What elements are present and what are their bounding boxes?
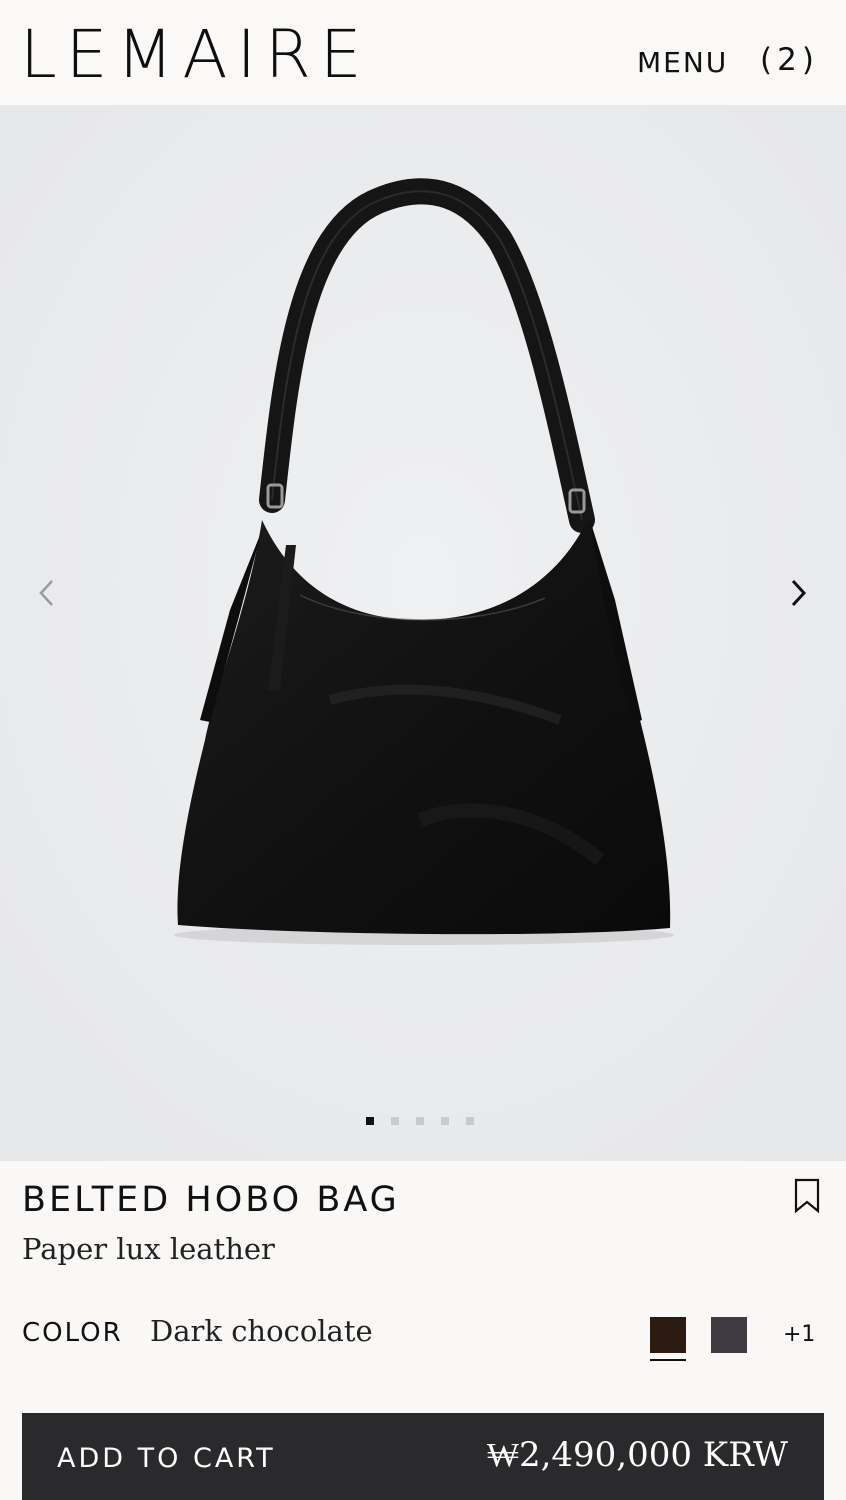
product-image-gallery[interactable]	[0, 105, 846, 1161]
pagination-dot[interactable]	[416, 1117, 424, 1125]
add-to-cart-button[interactable]: ADD TO CART ₩2,490,000 KRW	[22, 1413, 824, 1500]
pagination-dot[interactable]	[441, 1117, 449, 1125]
pagination-dot[interactable]	[466, 1117, 474, 1125]
pagination-dot[interactable]	[391, 1117, 399, 1125]
chevron-right-icon[interactable]	[783, 575, 813, 611]
chevron-left-icon[interactable]	[32, 575, 62, 611]
gallery-pagination	[366, 1117, 474, 1125]
product-price: ₩2,490,000 KRW	[486, 1435, 788, 1475]
cart-count-button[interactable]: (2)	[760, 42, 819, 78]
product-title: BELTED HOBO BAG	[22, 1180, 400, 1220]
menu-button[interactable]: MENU	[637, 46, 728, 79]
more-colors-button[interactable]: +1	[783, 1322, 815, 1347]
product-image	[0, 105, 846, 1161]
add-to-cart-label: ADD TO CART	[57, 1443, 276, 1474]
site-header: LEMAIRE MENU (2)	[0, 0, 846, 105]
bookmark-icon[interactable]	[793, 1178, 821, 1214]
product-material: Paper lux leather	[22, 1232, 275, 1266]
selected-swatch-indicator	[650, 1359, 686, 1361]
brand-logo[interactable]: LEMAIRE	[20, 22, 371, 88]
color-label: COLOR	[22, 1318, 123, 1348]
pagination-dot[interactable]	[366, 1117, 374, 1125]
selected-color-name: Dark chocolate	[150, 1314, 373, 1348]
color-swatch-dark-grey[interactable]	[711, 1317, 747, 1353]
color-swatch-dark-chocolate[interactable]	[650, 1317, 686, 1353]
